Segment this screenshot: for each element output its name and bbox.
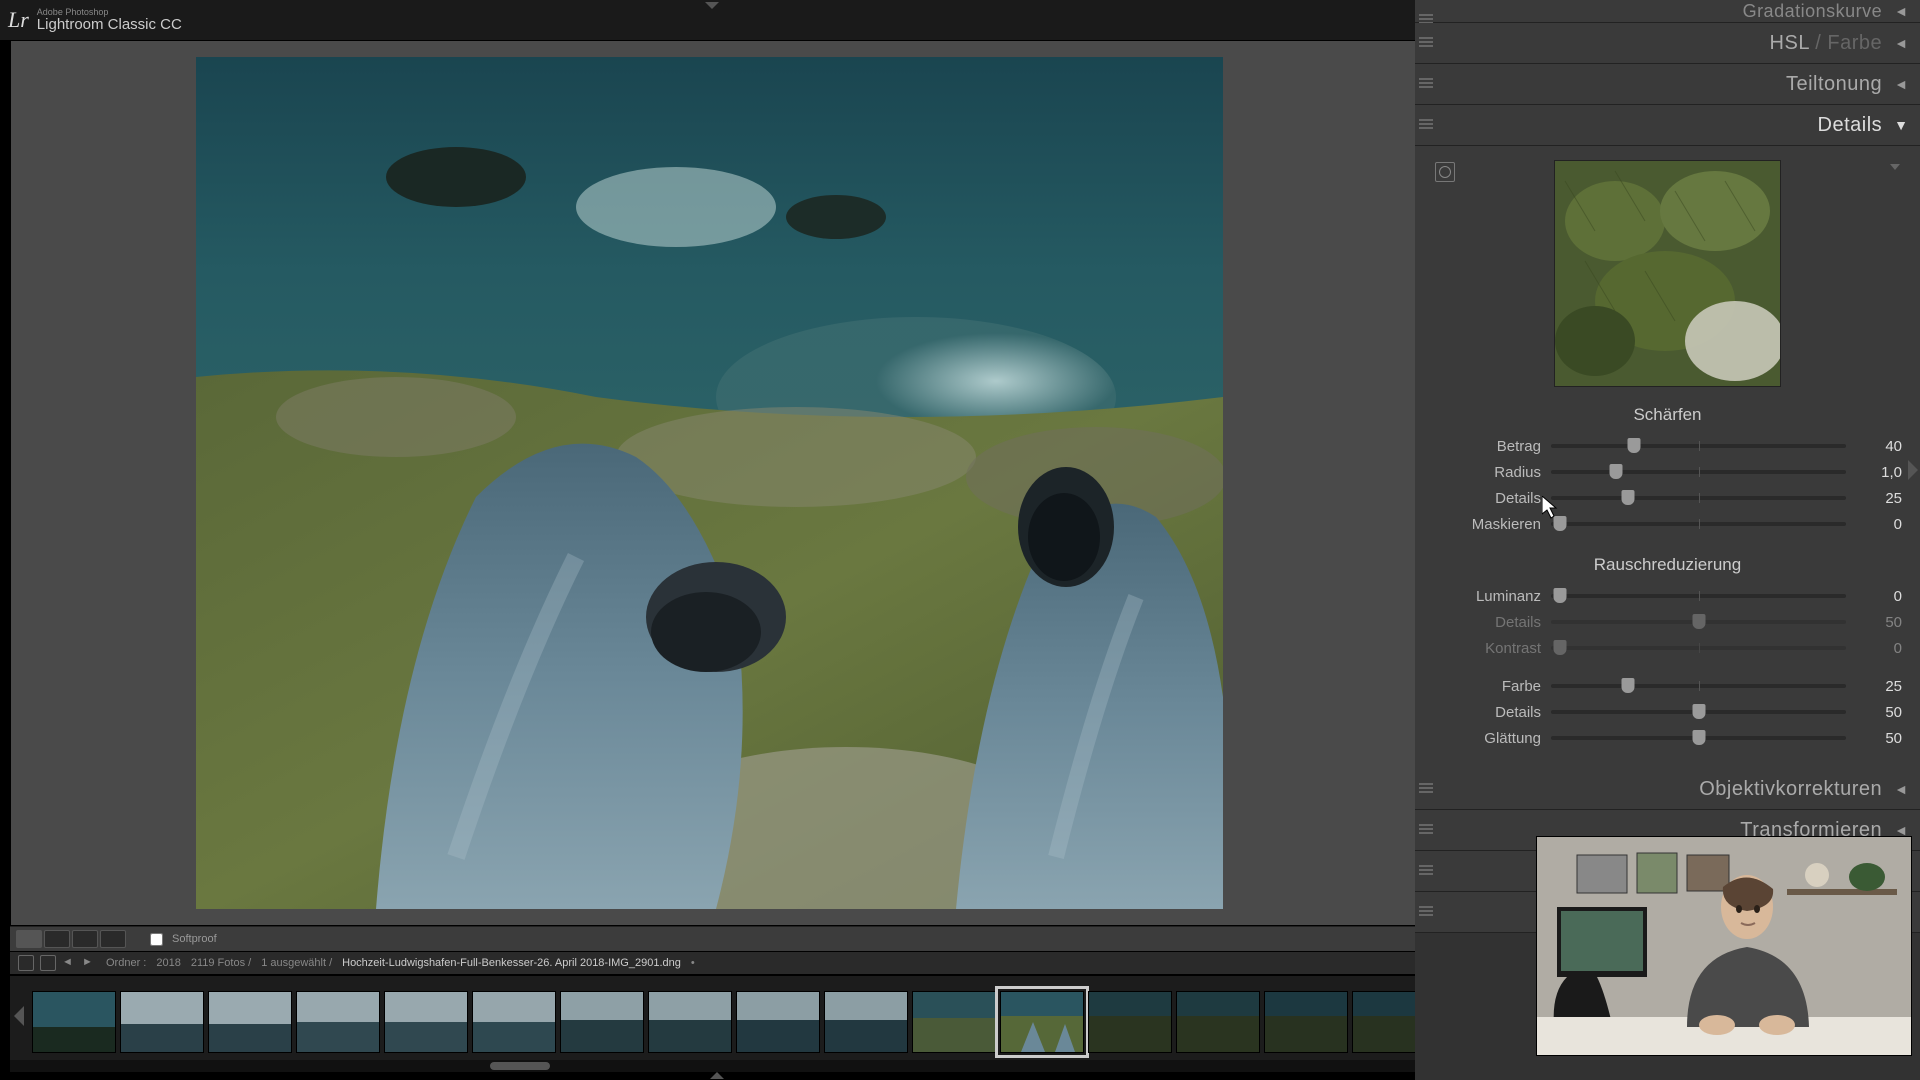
collapse-top-icon[interactable] bbox=[705, 2, 719, 9]
detail-preview-menu-icon[interactable] bbox=[1890, 164, 1900, 170]
panel-lens-corrections[interactable]: Objektivkorrekturen◄ bbox=[1415, 769, 1920, 810]
filmstrip-thumb-selected[interactable] bbox=[1000, 991, 1084, 1053]
title-bar: Lr Adobe Photoshop Lightroom Classic CC bbox=[0, 0, 1423, 41]
filmstrip-thumb[interactable] bbox=[208, 991, 292, 1053]
sharpen-amount-slider[interactable]: Betrag 40 bbox=[1433, 433, 1902, 459]
filmstrip-thumb[interactable] bbox=[648, 991, 732, 1053]
filmstrip-thumb[interactable] bbox=[912, 991, 996, 1053]
sharpen-masking-slider[interactable]: Maskieren 0 bbox=[1433, 511, 1902, 537]
luminance-contrast-slider: Kontrast 0 bbox=[1433, 635, 1902, 661]
nav-fwd-icon[interactable]: ► bbox=[82, 956, 96, 970]
panel-hsl[interactable]: HSL / Farbe◄ bbox=[1415, 23, 1920, 64]
grid-icon[interactable] bbox=[18, 955, 34, 971]
filmstrip-thumb[interactable] bbox=[472, 991, 556, 1053]
selected-count: 1 ausgewählt / bbox=[261, 957, 332, 969]
view-mode-before-after-v[interactable] bbox=[72, 930, 98, 948]
main-canvas bbox=[10, 40, 1417, 926]
filmstrip-thumb[interactable] bbox=[1088, 991, 1172, 1053]
collapse-right-icon[interactable] bbox=[1908, 460, 1918, 480]
folder-year: 2018 bbox=[156, 957, 180, 969]
details-panel-body: Schärfen Betrag 40 Radius 1,0 Details 25… bbox=[1415, 146, 1920, 769]
app-logo: Lr bbox=[8, 7, 29, 33]
photo-count: 2119 Fotos / bbox=[191, 957, 251, 969]
color-nr-slider[interactable]: Farbe 25 bbox=[1433, 673, 1902, 699]
detail-preview-thumb[interactable] bbox=[1554, 160, 1781, 387]
filmstrip-thumb[interactable] bbox=[560, 991, 644, 1053]
modified-indicator: • bbox=[691, 957, 695, 969]
color-smoothness-slider[interactable]: Glättung 50 bbox=[1433, 725, 1902, 751]
filmstrip-thumb[interactable] bbox=[736, 991, 820, 1053]
filmstrip[interactable] bbox=[10, 976, 1459, 1068]
filmstrip-thumb[interactable] bbox=[32, 991, 116, 1053]
luminance-slider[interactable]: Luminanz 0 bbox=[1433, 583, 1902, 609]
sharpen-detail-slider[interactable]: Details 25 bbox=[1433, 485, 1902, 511]
second-monitor-icon[interactable] bbox=[40, 955, 56, 971]
filmstrip-thumb[interactable] bbox=[824, 991, 908, 1053]
filmstrip-thumb[interactable] bbox=[384, 991, 468, 1053]
panel-tone-curve[interactable]: Gradationskurve◄ bbox=[1415, 0, 1920, 23]
scrollbar-thumb[interactable] bbox=[490, 1062, 550, 1070]
app-name: Lightroom Classic CC bbox=[37, 17, 182, 33]
current-filename[interactable]: Hochzeit-Ludwigshafen-Full-Benkesser-26.… bbox=[342, 957, 681, 969]
filmstrip-scrollbar[interactable] bbox=[10, 1060, 1415, 1072]
panel-split-toning[interactable]: Teiltonung◄ bbox=[1415, 64, 1920, 105]
softproof-label: Softproof bbox=[172, 933, 217, 945]
color-detail-slider[interactable]: Details 50 bbox=[1433, 699, 1902, 725]
softproof-toggle[interactable]: Softproof bbox=[146, 930, 217, 949]
view-mode-before-after-h[interactable] bbox=[44, 930, 70, 948]
filmstrip-thumb[interactable] bbox=[1176, 991, 1260, 1053]
nav-back-icon[interactable]: ◄ bbox=[62, 956, 76, 970]
noise-reduction-heading: Rauschreduzierung bbox=[1433, 555, 1902, 575]
sharpen-radius-slider[interactable]: Radius 1,0 bbox=[1433, 459, 1902, 485]
image-preview[interactable] bbox=[196, 57, 1223, 909]
view-mode-loupe[interactable] bbox=[16, 930, 42, 948]
filmstrip-prev-icon[interactable] bbox=[14, 1006, 24, 1026]
panel-details[interactable]: Details▼ bbox=[1415, 105, 1920, 146]
luminance-detail-slider: Details 50 bbox=[1433, 609, 1902, 635]
filmstrip-thumb[interactable] bbox=[1264, 991, 1348, 1053]
sharpen-heading: Schärfen bbox=[1433, 405, 1902, 425]
detail-target-icon[interactable] bbox=[1435, 162, 1455, 182]
softproof-checkbox[interactable] bbox=[150, 933, 163, 946]
filmstrip-thumb[interactable] bbox=[120, 991, 204, 1053]
view-toolbar: Softproof bbox=[10, 926, 1415, 951]
view-mode-split[interactable] bbox=[100, 930, 126, 948]
filmstrip-header: ◄ ► Ordner : 2018 2119 Fotos / 1 ausgewä… bbox=[10, 952, 1423, 974]
webcam-overlay bbox=[1536, 836, 1912, 1056]
filmstrip-thumb[interactable] bbox=[296, 991, 380, 1053]
collapse-bottom-icon[interactable] bbox=[710, 1072, 724, 1079]
folder-label: Ordner : bbox=[106, 957, 146, 969]
